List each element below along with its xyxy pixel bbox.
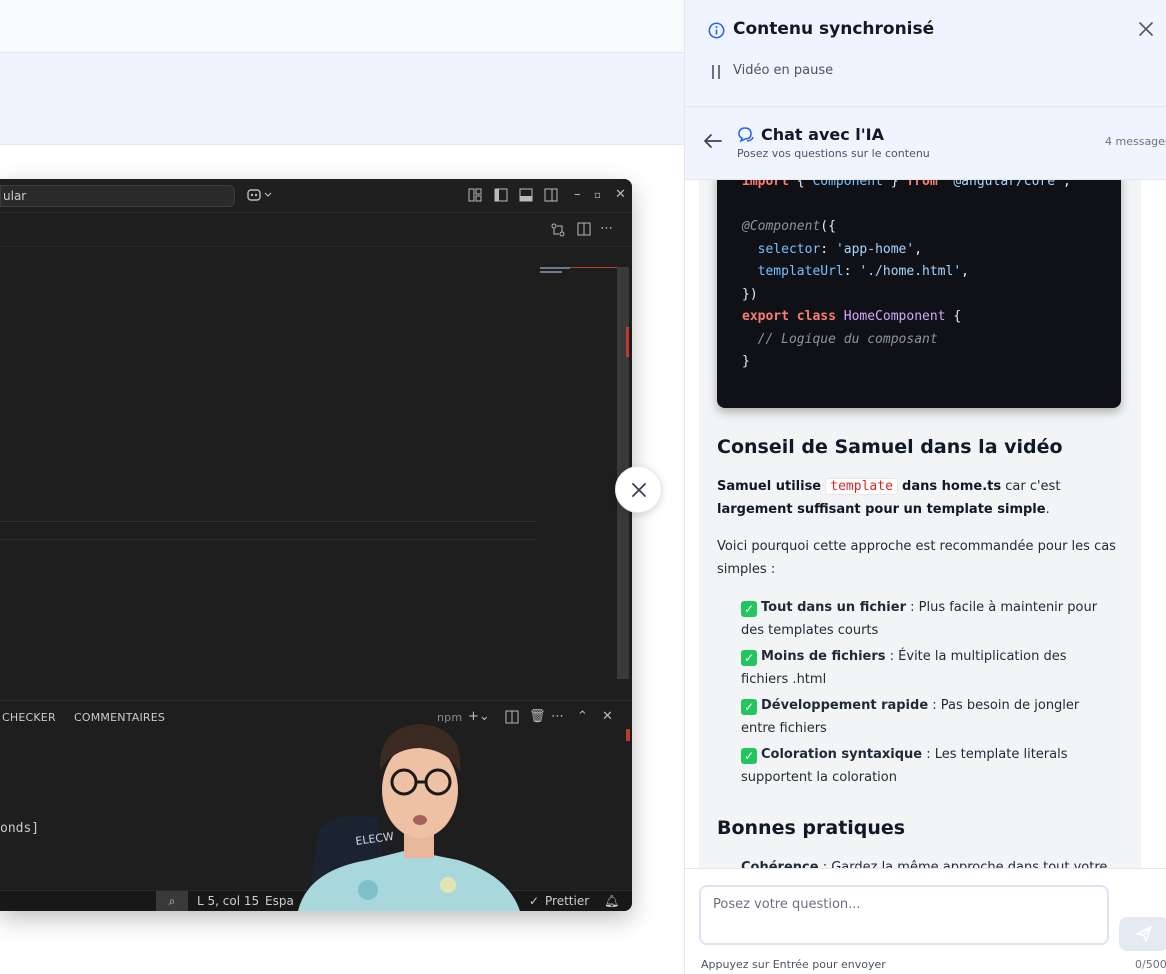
chat-icon (737, 126, 755, 148)
toggle-sidebar-icon (494, 188, 508, 207)
check-icon: ✓ (741, 650, 757, 666)
list-item: ✓ Développement rapide : Pas besoin de jo… (741, 698, 1080, 736)
close-video-button[interactable] (615, 466, 662, 513)
video-info-bar (0, 53, 684, 145)
scrollbar-error-marker (626, 327, 629, 357)
toggle-panel-icon (519, 188, 533, 207)
advice-paragraph: Samuel utilise template dans home.ts car… (717, 476, 1117, 521)
trash-icon: 🗑 (529, 709, 546, 724)
window-close-icon: ✕ (615, 187, 626, 202)
code-block: import { Component } from '@angular/core… (717, 180, 1121, 408)
split-editor-icon (577, 222, 591, 241)
practices-list: Cohérence : Gardez la même approche dans… (741, 857, 1117, 868)
zoom-icon: ⌕ (156, 891, 188, 911)
compare-icon (550, 222, 566, 243)
text-bold: Samuel utilise (717, 479, 822, 494)
advantages-list: ✓ Tout dans un fichier : Plus facile à ma… (741, 597, 1117, 793)
section-heading: Conseil de Samuel dans la vidéo (717, 436, 1063, 458)
chat-input-area: Appuyez sur Entrée pour envoyer 0/500 (685, 868, 1166, 974)
list-item: ✓ Moins de fichiers : Évite la multiplica… (741, 649, 1067, 687)
vscode-editor (0, 247, 632, 700)
arrow-left-icon (704, 134, 722, 148)
chat-subtitle: Posez vos questions sur le contenu (737, 147, 930, 160)
copilot-icon (247, 188, 275, 207)
char-counter: 0/500 (1135, 958, 1166, 971)
list-item: ✓ Coloration syntaxique : Les template li… (741, 747, 1068, 785)
pause-icon (711, 64, 723, 84)
back-button[interactable] (703, 133, 722, 153)
input-hint: Appuyez sur Entrée pour envoyer (701, 958, 886, 971)
vscode-editor-tabs: ⋯ (0, 213, 632, 247)
layout-icon (468, 188, 482, 207)
text-bold: largement suffisant pour un template sim… (717, 501, 1046, 517)
message-count: 4 messages (1105, 135, 1166, 148)
close-icon (631, 482, 646, 497)
chat-messages[interactable]: import { Component } from '@angular/core… (685, 180, 1166, 868)
webcam-overlay: ELECW (298, 700, 524, 911)
inline-code: template (825, 478, 898, 495)
editor-divider (0, 521, 536, 522)
chat-header: Chat avec l'IA Posez vos questions sur l… (685, 107, 1166, 180)
panel-more-icon: ⋯ (551, 709, 564, 724)
video-status: Vidéo en pause (733, 63, 834, 78)
text: . (1045, 501, 1050, 517)
status-spaces: Espa (265, 894, 294, 908)
check-icon: ✓ (741, 748, 757, 764)
more-icon: ⋯ (600, 221, 613, 236)
sync-panel: Contenu synchronisé Vidéo en pause Chat … (684, 0, 1166, 974)
panel-tab: COMMENTAIRES (74, 711, 166, 724)
list-item: Cohérence : Gardez la même approche dans… (741, 860, 1108, 868)
minimap (540, 267, 624, 277)
terminal-scroll-marker (626, 729, 630, 741)
send-button[interactable] (1119, 917, 1166, 951)
status-position: L 5, col 15 (197, 894, 260, 908)
list-item: ✓ Tout dans un fichier : Plus facile à ma… (741, 600, 1098, 638)
sync-title: Contenu synchronisé (733, 19, 935, 39)
reason-paragraph: Voici pourquoi cette approche est recomm… (717, 539, 1116, 577)
editor-divider (0, 539, 536, 540)
vscode-titlebar: ular – ▫ ✕ (0, 179, 632, 213)
terminal-output: onds] (0, 821, 40, 836)
status-check-icon: ✓ (529, 894, 540, 908)
panel-close-icon: ✕ (602, 709, 613, 724)
restore-icon: ▫ (594, 190, 601, 201)
close-icon (1139, 22, 1153, 36)
panel-tab: CHECKER (2, 711, 56, 724)
section-heading: Bonnes pratiques (717, 817, 906, 839)
chat-title: Chat avec l'IA (761, 125, 884, 144)
vscode-command-center: ular (0, 185, 235, 207)
bell-icon: 🔔︎ (604, 894, 620, 908)
check-icon: ✓ (741, 601, 757, 617)
toggle-secondary-sidebar-icon (544, 188, 558, 207)
video-top-bar (0, 0, 684, 53)
send-icon (1136, 926, 1152, 942)
minimize-icon: – (574, 187, 581, 202)
text: car c'est (1005, 479, 1061, 494)
chevron-up-icon: ⌃ (577, 709, 588, 724)
text-bold: dans home.ts (902, 479, 1002, 494)
panel-close-button[interactable] (1138, 21, 1154, 41)
status-formatter: Prettier (545, 894, 590, 908)
sync-header: Contenu synchronisé Vidéo en pause (685, 0, 1166, 107)
question-input[interactable] (699, 885, 1109, 945)
check-icon: ✓ (741, 699, 757, 715)
info-icon (708, 22, 725, 43)
